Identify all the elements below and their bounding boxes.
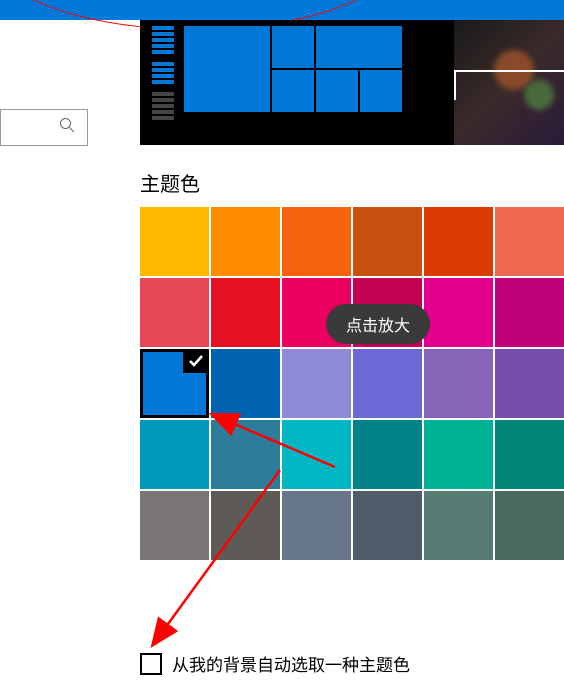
- color-swatch[interactable]: [495, 420, 564, 489]
- accent-color-preview: [140, 20, 564, 145]
- color-swatch[interactable]: [211, 349, 280, 418]
- auto-pick-color-option: 从我的背景自动选取一种主题色: [140, 651, 410, 676]
- color-swatch[interactable]: [140, 349, 209, 418]
- color-swatch[interactable]: [353, 349, 422, 418]
- color-swatch[interactable]: [140, 420, 209, 489]
- search-icon: [59, 117, 75, 138]
- color-swatch[interactable]: [495, 349, 564, 418]
- color-swatch[interactable]: [495, 491, 564, 560]
- section-heading-accent-color: 主题色: [140, 168, 200, 197]
- color-swatch[interactable]: [353, 420, 422, 489]
- color-swatch[interactable]: [424, 349, 493, 418]
- color-swatch[interactable]: [140, 491, 209, 560]
- color-swatch[interactable]: [282, 349, 351, 418]
- auto-pick-color-label: 从我的背景自动选取一种主题色: [172, 651, 410, 676]
- color-swatch[interactable]: [282, 491, 351, 560]
- auto-pick-color-checkbox[interactable]: [140, 653, 162, 675]
- color-swatch[interactable]: [353, 491, 422, 560]
- color-swatch[interactable]: [495, 207, 564, 276]
- color-swatch[interactable]: [424, 278, 493, 347]
- color-swatch[interactable]: [211, 491, 280, 560]
- checkmark-icon: [183, 349, 209, 373]
- color-swatch[interactable]: [211, 278, 280, 347]
- color-swatch[interactable]: [140, 278, 209, 347]
- color-swatch[interactable]: [424, 491, 493, 560]
- color-swatch[interactable]: [211, 420, 280, 489]
- color-swatch-grid: [140, 207, 564, 560]
- color-swatch[interactable]: [353, 207, 422, 276]
- color-swatch[interactable]: [211, 207, 280, 276]
- color-swatch[interactable]: [424, 420, 493, 489]
- color-swatch[interactable]: [282, 207, 351, 276]
- tooltip-zoom: 点击放大: [326, 304, 430, 344]
- search-input[interactable]: [0, 109, 88, 146]
- color-swatch[interactable]: [140, 207, 209, 276]
- color-swatch[interactable]: [495, 278, 564, 347]
- color-swatch[interactable]: [424, 207, 493, 276]
- color-swatch[interactable]: [282, 420, 351, 489]
